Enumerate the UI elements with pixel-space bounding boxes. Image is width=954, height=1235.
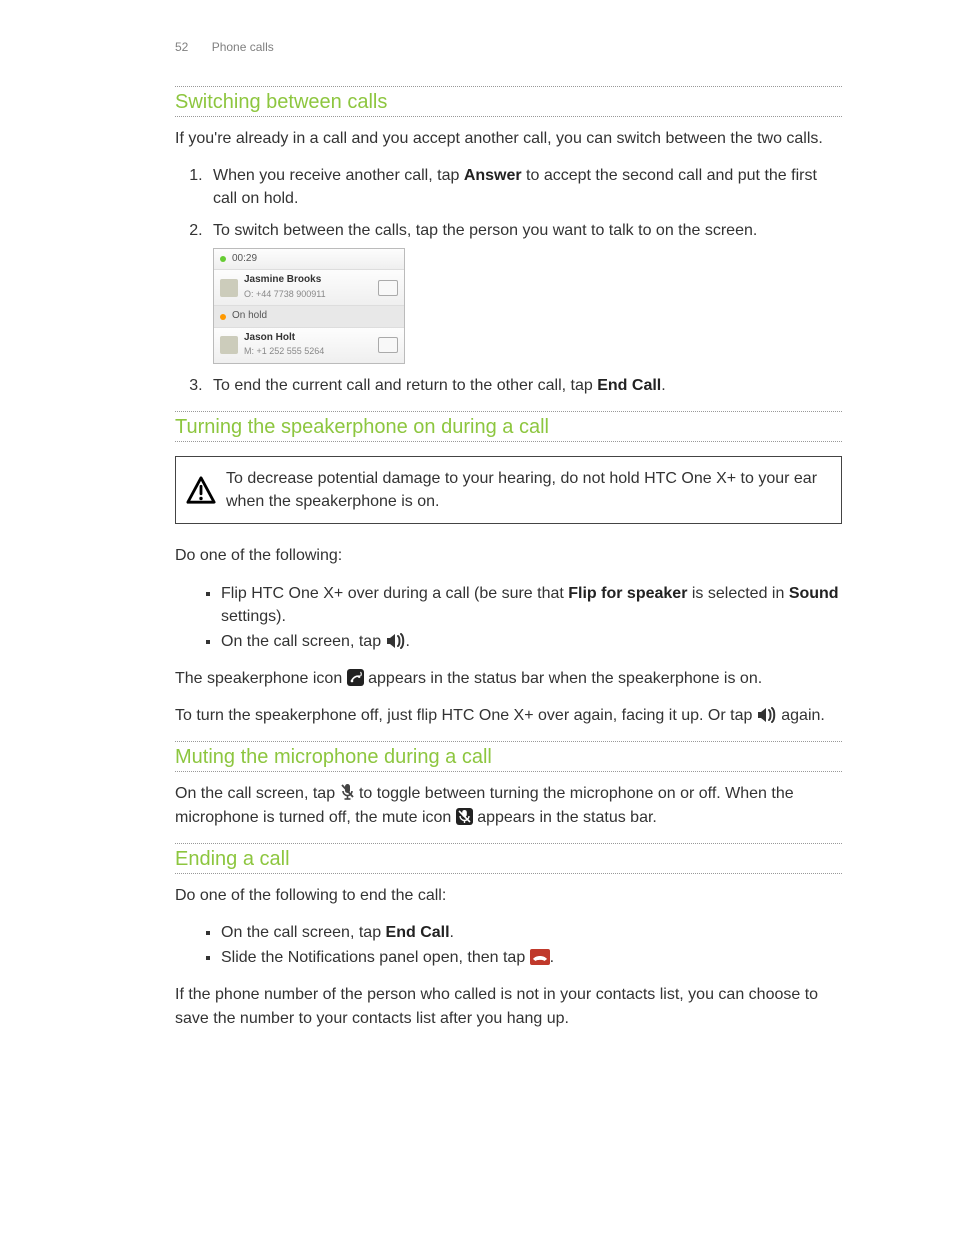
speaker-off-note: To turn the speakerphone off, just flip … bbox=[175, 704, 842, 727]
heading-speakerphone: Turning the speakerphone on during a cal… bbox=[175, 411, 842, 442]
ending-options: On the call screen, tap End Call. Slide … bbox=[175, 921, 842, 969]
warning-callout: To decrease potential damage to your hea… bbox=[175, 456, 842, 524]
page: 52 Phone calls Switching between calls I… bbox=[0, 0, 954, 1235]
switching-step-1: When you receive another call, tap Answe… bbox=[207, 164, 842, 210]
page-section: Phone calls bbox=[212, 40, 274, 54]
switching-steps: When you receive another call, tap Answe… bbox=[175, 164, 842, 397]
heading-muting: Muting the microphone during a call bbox=[175, 741, 842, 772]
keypad-icon bbox=[378, 280, 398, 296]
hold-dot-icon bbox=[220, 314, 226, 320]
screenshot-timer: 00:29 bbox=[232, 252, 257, 267]
avatar bbox=[220, 336, 238, 354]
speaker-option-1: Flip HTC One X+ over during a call (be s… bbox=[221, 582, 842, 628]
speaker-icon bbox=[757, 707, 777, 723]
ending-lead: Do one of the following to end the call: bbox=[175, 884, 842, 907]
contact-number: M: +1 252 555 5264 bbox=[244, 346, 324, 356]
screenshot-contact-2: Jason Holt M: +1 252 555 5264 bbox=[214, 328, 404, 363]
avatar bbox=[220, 279, 238, 297]
mute-statusbar-icon bbox=[456, 808, 473, 825]
speaker-statusbar-icon bbox=[347, 669, 364, 686]
switching-step-2: To switch between the calls, tap the per… bbox=[207, 219, 842, 364]
onhold-label: On hold bbox=[232, 309, 267, 324]
warning-text: To decrease potential damage to your hea… bbox=[226, 467, 829, 513]
muting-para: On the call screen, tap to toggle betwee… bbox=[175, 782, 842, 828]
ending-option-1: On the call screen, tap End Call. bbox=[221, 921, 842, 944]
switching-step-3: To end the current call and return to th… bbox=[207, 374, 842, 397]
speaker-statusbar-note: The speakerphone icon appears in the sta… bbox=[175, 667, 842, 690]
contact-number: O: +44 7738 900911 bbox=[244, 289, 326, 299]
speaker-lead: Do one of the following: bbox=[175, 544, 842, 567]
speaker-option-2: On the call screen, tap . bbox=[221, 630, 842, 653]
mic-mute-icon bbox=[340, 783, 355, 801]
heading-switching: Switching between calls bbox=[175, 86, 842, 117]
heading-ending: Ending a call bbox=[175, 843, 842, 874]
page-header: 52 Phone calls bbox=[175, 40, 842, 54]
screenshot-onhold-row: On hold bbox=[214, 306, 404, 328]
ending-outro: If the phone number of the person who ca… bbox=[175, 983, 842, 1029]
ending-option-2: Slide the Notifications panel open, then… bbox=[221, 946, 842, 969]
speaker-options: Flip HTC One X+ over during a call (be s… bbox=[175, 582, 842, 654]
speaker-icon bbox=[386, 633, 406, 649]
contact-name: Jason Holt bbox=[244, 332, 295, 343]
active-dot-icon bbox=[220, 256, 226, 262]
switching-intro: If you're already in a call and you acce… bbox=[175, 127, 842, 150]
swap-icon bbox=[378, 337, 398, 353]
screenshot-timer-row: 00:29 bbox=[214, 249, 404, 271]
screenshot-contact-1: Jasmine Brooks O: +44 7738 900911 bbox=[214, 270, 404, 306]
contact-name: Jasmine Brooks bbox=[244, 274, 321, 285]
warning-icon bbox=[186, 475, 216, 505]
page-number: 52 bbox=[175, 40, 188, 54]
end-call-icon bbox=[530, 949, 550, 965]
call-screenshot: 00:29 Jasmine Brooks O: +44 7738 900911 … bbox=[213, 248, 405, 364]
